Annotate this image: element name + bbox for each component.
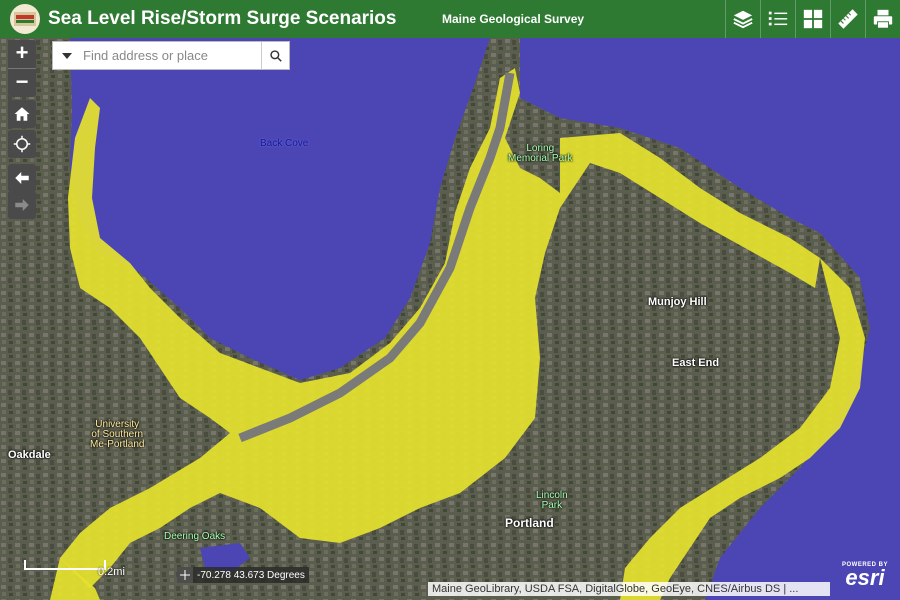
label-east-end: East End bbox=[672, 357, 720, 369]
label-oakdale: Oakdale bbox=[8, 449, 51, 461]
arrow-left-icon bbox=[15, 172, 29, 184]
coordinate-readout: -70.278 43.673 Degrees bbox=[177, 567, 309, 583]
search-icon bbox=[269, 49, 282, 62]
label-portland: Portland bbox=[505, 516, 554, 530]
crosshair-icon[interactable] bbox=[177, 567, 193, 583]
esri-logo: POWERED BY esri bbox=[836, 562, 894, 590]
measure-button[interactable] bbox=[830, 0, 865, 38]
scale-bar bbox=[24, 560, 106, 570]
home-button[interactable] bbox=[8, 100, 36, 128]
attribution: Maine GeoLibrary, USDA FSA, DigitalGlobe… bbox=[428, 582, 830, 596]
basemap-gallery-icon bbox=[803, 9, 823, 29]
label-lincoln-park: Lincoln Park bbox=[536, 490, 568, 511]
toolbar bbox=[725, 0, 900, 38]
print-icon bbox=[873, 9, 893, 29]
layers-button[interactable] bbox=[725, 0, 760, 38]
search-source-dropdown[interactable] bbox=[53, 42, 81, 69]
label-back-cove: Back Cove bbox=[260, 138, 309, 149]
search-box bbox=[52, 41, 290, 70]
label-deering-oaks: Deering Oaks bbox=[164, 531, 226, 542]
zoom-out-button[interactable]: − bbox=[8, 68, 36, 97]
previous-extent-button[interactable] bbox=[8, 164, 36, 192]
app-title: Sea Level Rise/Storm Surge Scenarios bbox=[48, 8, 397, 29]
coordinate-text: -70.278 43.673 Degrees bbox=[197, 569, 305, 581]
app-header: Sea Level Rise/Storm Surge Scenarios Mai… bbox=[0, 0, 900, 38]
layers-icon bbox=[733, 10, 753, 29]
zoom-controls: + − bbox=[8, 40, 36, 97]
basemap-gallery-button[interactable] bbox=[795, 0, 830, 38]
search-input[interactable] bbox=[81, 47, 255, 64]
locate-button[interactable] bbox=[8, 130, 36, 158]
label-loring-park: Loring Memorial Park bbox=[508, 143, 573, 164]
locate-icon bbox=[13, 135, 31, 153]
print-button[interactable] bbox=[865, 0, 900, 38]
agency-logo bbox=[10, 4, 40, 34]
home-icon bbox=[14, 107, 30, 121]
label-university: University of Southern Me-Portland bbox=[90, 419, 145, 450]
legend-button[interactable] bbox=[760, 0, 795, 38]
esri-brand: esri bbox=[845, 565, 885, 590]
map-imagery bbox=[0, 38, 900, 600]
arrow-right-icon bbox=[15, 199, 29, 211]
measure-icon bbox=[838, 9, 858, 29]
next-extent-button[interactable] bbox=[8, 191, 36, 219]
legend-icon bbox=[768, 11, 788, 26]
app-subtitle: Maine Geological Survey bbox=[442, 12, 585, 26]
label-munjoy-hill: Munjoy Hill bbox=[648, 296, 707, 308]
scale-label: 0.2mi bbox=[98, 566, 125, 578]
caret-down-icon bbox=[62, 52, 72, 59]
map-view[interactable]: Back Cove Loring Memorial Park Munjoy Hi… bbox=[0, 38, 900, 600]
zoom-in-button[interactable]: + bbox=[8, 40, 36, 68]
search-button[interactable] bbox=[261, 42, 289, 69]
